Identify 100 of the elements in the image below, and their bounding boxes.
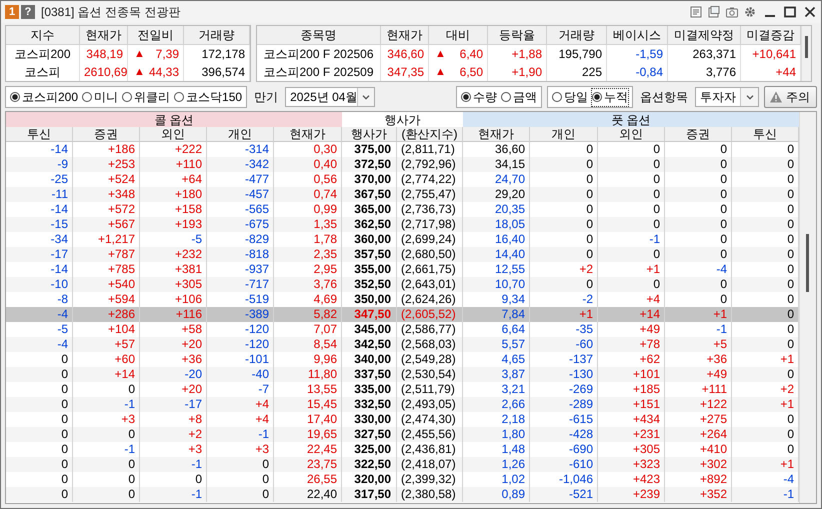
table-cell: 3,776: [668, 63, 741, 81]
table-cell: 0: [732, 427, 799, 442]
column-header: 현재가: [463, 127, 530, 142]
window-copy-icon[interactable]: [707, 5, 721, 19]
table-cell: (2,530,54): [397, 367, 463, 382]
column-header: 현재가: [80, 26, 128, 45]
table-cell: 195,790: [547, 45, 607, 63]
table-cell: -130: [530, 367, 598, 382]
strike-price-cell[interactable]: 337,50: [342, 367, 397, 382]
table-cell: -20: [140, 367, 207, 382]
table-cell: 3,87: [463, 367, 530, 382]
radio-circle-icon[interactable]: [552, 92, 562, 102]
change-value: 6,40: [460, 46, 483, 63]
table-cell: +1: [732, 457, 799, 472]
settings-icon[interactable]: [743, 5, 757, 19]
table-cell: 코스피200 F 202509: [257, 63, 381, 81]
table-cell: +1: [732, 397, 799, 412]
scrollbar[interactable]: [801, 26, 811, 81]
table-cell: 0: [732, 277, 799, 292]
strike-price-cell[interactable]: 357,50: [342, 247, 397, 262]
note-icon[interactable]: [689, 5, 703, 19]
table-cell: 225: [547, 63, 607, 81]
table-cell: 0: [732, 187, 799, 202]
table-cell: 2610,69: [80, 63, 128, 81]
option-radio[interactable]: 위클리: [122, 88, 170, 106]
window-badge[interactable]: ?: [21, 5, 35, 19]
close-icon[interactable]: [803, 5, 817, 19]
option-radio[interactable]: 금액: [501, 88, 537, 106]
maximize-icon[interactable]: [783, 5, 797, 19]
table-cell: 0: [6, 427, 73, 442]
strike-price-cell[interactable]: 362,50: [342, 217, 397, 232]
radio-circle-icon[interactable]: [461, 92, 471, 102]
table-cell: 코스피200 F 202506: [257, 45, 381, 63]
table-cell: 0: [598, 277, 665, 292]
table-cell: 0: [732, 367, 799, 382]
table-cell: (2,455,56): [397, 427, 463, 442]
table-cell: +1,90: [488, 63, 547, 81]
radio-circle-icon[interactable]: [122, 92, 132, 102]
strike-price-cell[interactable]: 322,50: [342, 457, 397, 472]
table-cell: (2,755,47): [397, 187, 463, 202]
column-header: 외인: [598, 127, 665, 142]
trend-arrow: ▲: [435, 65, 446, 80]
table-cell: +231: [598, 427, 665, 442]
strike-price-cell[interactable]: 367,50: [342, 187, 397, 202]
scroll-thumb[interactable]: [806, 234, 809, 292]
table-cell: 0: [732, 337, 799, 352]
table-cell: -17: [6, 247, 73, 262]
scrollbar[interactable]: [799, 112, 816, 503]
radio-circle-icon[interactable]: [501, 92, 511, 102]
strike-price-cell[interactable]: 317,50: [342, 487, 397, 502]
camera-icon[interactable]: [725, 5, 739, 19]
table-cell: 172,178: [184, 45, 250, 63]
table-cell: 263,371: [668, 45, 741, 63]
table-cell: -40: [207, 367, 274, 382]
table-cell: 8,54: [274, 337, 342, 352]
table-cell: +14: [598, 307, 665, 322]
table-cell: +49: [665, 367, 732, 382]
column-header: 투신: [732, 127, 799, 142]
column-header: 증권: [665, 127, 732, 142]
table-cell: 0: [732, 217, 799, 232]
table-cell: -389: [207, 307, 274, 322]
strike-price-cell[interactable]: 372,50: [342, 157, 397, 172]
column-header: 투신: [6, 127, 73, 142]
table-cell: 0: [665, 277, 732, 292]
table-cell: 0,40: [274, 157, 342, 172]
table-cell: 7,84: [463, 307, 530, 322]
dropdown[interactable]: 투자자: [695, 87, 759, 107]
table-cell: 0: [598, 217, 665, 232]
table-cell: (2,380,58): [397, 487, 463, 502]
strike-price-cell[interactable]: 332,50: [342, 397, 397, 412]
option-radio[interactable]: 누적: [592, 88, 628, 106]
column-header: 대비: [429, 26, 488, 45]
table-cell: +352: [665, 487, 732, 502]
option-radio[interactable]: 코스피200: [10, 88, 78, 106]
table-cell: 396,574: [184, 63, 250, 81]
table-cell: +78: [598, 337, 665, 352]
option-radio[interactable]: 코스닥150: [174, 88, 242, 106]
radio-circle-icon[interactable]: [174, 92, 184, 102]
radio-circle-icon[interactable]: [592, 92, 602, 102]
radio-circle-icon[interactable]: [82, 92, 92, 102]
dropdown[interactable]: 2025년 04월: [285, 87, 376, 107]
strike-price-cell[interactable]: 352,50: [342, 277, 397, 292]
table-cell: +1: [530, 307, 598, 322]
option-radio[interactable]: 수량: [461, 88, 497, 106]
table-cell: 346,60: [381, 45, 429, 63]
option-radio[interactable]: 당일: [552, 88, 588, 106]
radio-circle-icon[interactable]: [10, 92, 20, 102]
strike-price-cell[interactable]: 327,50: [342, 427, 397, 442]
table-cell: 0: [73, 457, 140, 472]
table-cell: 34,15: [463, 157, 530, 172]
table-cell: (2,418,07): [397, 457, 463, 472]
option-radio[interactable]: 미니: [82, 88, 118, 106]
table-cell: 348,19: [80, 45, 128, 63]
table-cell: -289: [530, 397, 598, 412]
scroll-thumb[interactable]: [805, 36, 808, 58]
table-cell: 0,89: [463, 487, 530, 502]
strike-price-cell[interactable]: 342,50: [342, 337, 397, 352]
table-cell: +116: [140, 307, 207, 322]
warning-button[interactable]: 주의: [764, 86, 817, 108]
table-cell: +57: [73, 337, 140, 352]
